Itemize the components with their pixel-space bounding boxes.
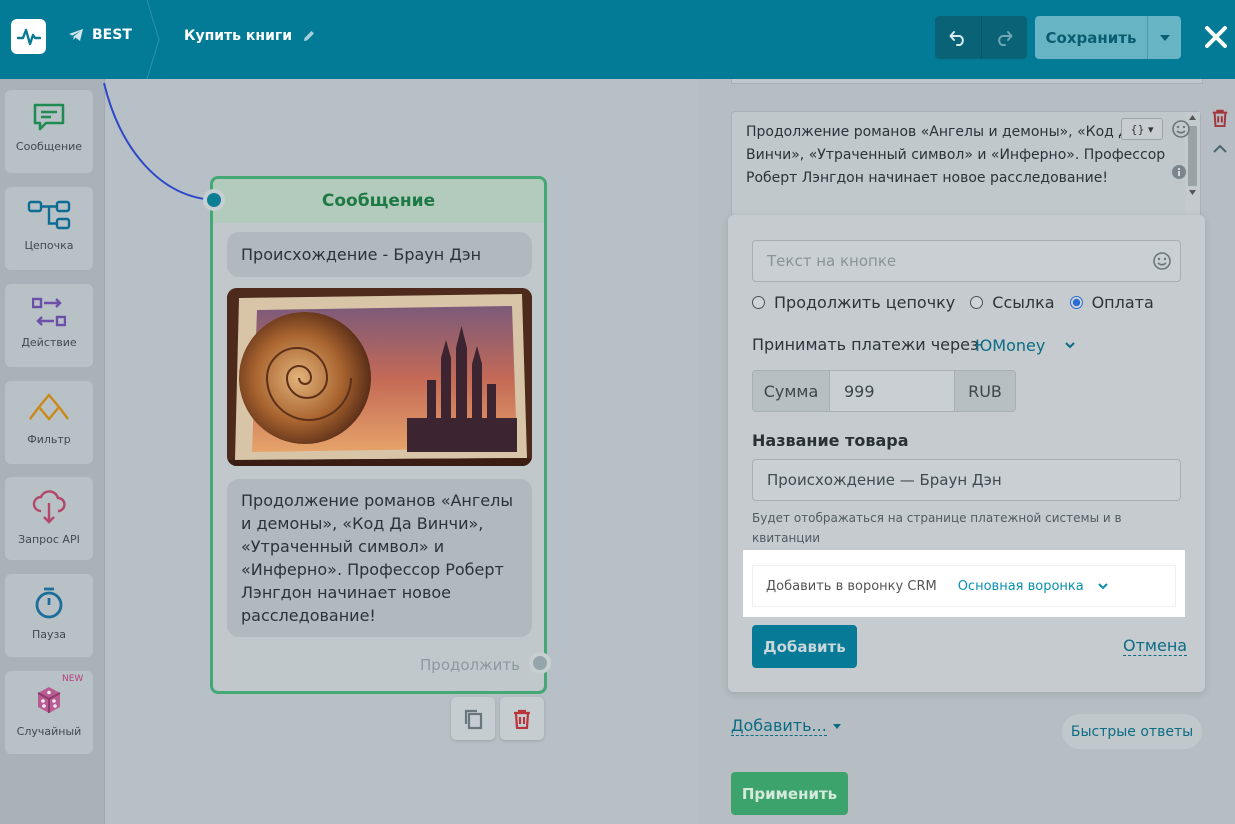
bot-selector[interactable]: BEST [68, 27, 132, 43]
sidebar-item-message[interactable]: Сообщение [5, 90, 93, 173]
node-actions [451, 697, 544, 740]
delete-node-button[interactable] [500, 697, 544, 740]
redo-button[interactable] [980, 16, 1028, 59]
breadcrumb-separator [146, 0, 160, 79]
api-cloud-icon [32, 490, 66, 524]
node-description: Продолжение романов «Ангелы и демоны», «… [227, 479, 532, 637]
message-icon [33, 103, 65, 131]
bot-name: BEST [92, 27, 132, 43]
collapse-icon[interactable] [1213, 144, 1227, 154]
crm-chevron-down-icon [1098, 582, 1108, 589]
amount-label: Сумма [753, 371, 830, 411]
node-title: Сообщение [213, 179, 544, 223]
dice-icon [37, 687, 61, 713]
delete-message-icon[interactable] [1211, 109, 1229, 127]
new-badge: NEW [62, 674, 84, 684]
undo-icon [949, 30, 964, 46]
radio-continue-chain[interactable]: Продолжить цепочку [752, 293, 955, 312]
timer-icon [35, 587, 63, 619]
pulse-icon [16, 28, 41, 45]
flow-title[interactable]: Купить книги [184, 28, 316, 44]
cancel-link[interactable]: Отмена [1123, 636, 1188, 656]
blocks-sidebar: Сообщение Цепочка Действие Фильтр Запрос… [0, 79, 105, 824]
chain-icon [27, 200, 71, 230]
button-type-radios: Продолжить цепочку Ссылка Оплата [752, 293, 1154, 312]
sidebar-item-action[interactable]: Действие [5, 284, 93, 367]
currency-label: RUB [954, 371, 1015, 411]
telegram-icon [69, 29, 83, 41]
amount-group: Сумма 999 RUB [752, 370, 1016, 412]
undo-button[interactable] [935, 16, 981, 59]
button-editor-popup [728, 215, 1205, 692]
product-name-label: Название товара [752, 431, 909, 450]
save-options-button[interactable] [1147, 16, 1181, 59]
info-icon[interactable] [1172, 165, 1186, 179]
emoji-icon[interactable] [1171, 119, 1191, 139]
sidebar-item-filter[interactable]: Фильтр [5, 381, 93, 464]
trash-icon [514, 709, 530, 729]
scroll-down-icon[interactable] [1189, 190, 1196, 195]
previous-field-edge [731, 79, 1203, 84]
crm-funnel-row: Добавить в воронку CRM Основная воронка [752, 565, 1176, 607]
crm-funnel-select[interactable]: Основная воронка [958, 579, 1108, 594]
crm-label: Добавить в воронку CRM [766, 578, 937, 594]
close-icon[interactable] [1203, 24, 1229, 50]
caret-down-icon [1159, 34, 1170, 41]
add-more-dropdown[interactable]: Добавить... [731, 716, 841, 736]
top-bar: BEST Купить книги Сохранить [0, 0, 1235, 79]
quick-replies-button[interactable]: Быстрые ответы [1062, 714, 1202, 749]
book-cover-image [227, 288, 532, 466]
sidebar-item-api[interactable]: Запрос API [5, 477, 93, 560]
message-node[interactable]: Сообщение Происхождение - Браун Дэн Прод… [210, 176, 547, 694]
crm-funnel-section: Добавить в воронку CRM Основная воронка [743, 550, 1185, 617]
sidebar-item-pause[interactable]: Пауза [5, 574, 93, 657]
add-button[interactable]: Добавить [752, 625, 857, 668]
variables-button[interactable]: {} ▾ [1121, 118, 1163, 140]
duplicate-node-button[interactable] [451, 697, 495, 740]
product-name-hint: Будет отображаться на странице платежной… [752, 511, 1122, 545]
node-output-port[interactable] [529, 652, 551, 674]
amount-input[interactable]: 999 [830, 371, 954, 411]
redo-icon [998, 30, 1013, 46]
payment-provider-select[interactable]: ЮMoney [975, 336, 1076, 355]
connection-line [103, 82, 215, 201]
product-name-input[interactable]: Происхождение — Браун Дэн [752, 459, 1181, 501]
continue-label: Продолжить [420, 656, 520, 674]
radio-link[interactable]: Ссылка [970, 293, 1055, 312]
history-controls [935, 16, 1027, 59]
sidebar-item-chain[interactable]: Цепочка [5, 187, 93, 270]
chevron-down-icon [1065, 342, 1076, 349]
save-button[interactable]: Сохранить [1035, 16, 1147, 59]
caret-down-icon [832, 723, 841, 729]
button-text-input[interactable]: Текст на кнопке [752, 240, 1181, 282]
apply-button[interactable]: Применить [731, 772, 848, 815]
sidebar-item-random[interactable]: NEW Случайный [5, 671, 93, 754]
flow-title-text: Купить книги [184, 28, 293, 44]
radio-payment[interactable]: Оплата [1069, 293, 1154, 312]
pencil-icon[interactable] [302, 29, 316, 43]
app-logo[interactable] [11, 19, 46, 54]
button-emoji-icon[interactable] [1152, 251, 1172, 271]
node-book-title: Происхождение - Браун Дэн [227, 232, 532, 277]
filter-icon [29, 393, 69, 421]
node-input-port[interactable] [203, 189, 225, 211]
action-icon [32, 297, 66, 327]
copy-icon [464, 709, 483, 729]
payment-provider-label: Принимать платежи через [752, 335, 979, 354]
save-button-group: Сохранить [1035, 16, 1181, 59]
